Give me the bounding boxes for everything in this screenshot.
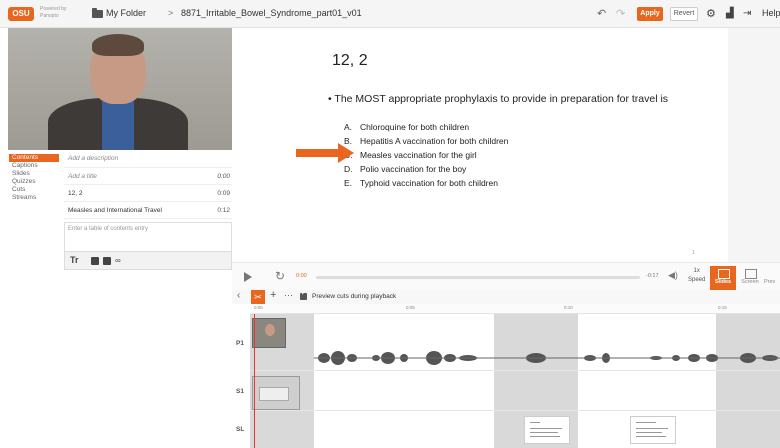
toc-row-title: Measles and International Travel (68, 207, 162, 214)
slides-view-button[interactable]: Slides (710, 266, 736, 290)
screen-track-thumbnail (252, 376, 300, 410)
gear-icon[interactable]: ⚙ (706, 6, 716, 22)
player-controls: ↻ 0:00 -0:17 ◀) 1x Speed Slides Screen Pr… (232, 262, 780, 290)
chevron-left-icon[interactable]: ‹ (237, 290, 240, 301)
presenter-track-thumbnail (252, 318, 286, 348)
play-icon[interactable] (244, 272, 252, 282)
scrub-bar[interactable] (316, 276, 640, 279)
preview-cuts-checkbox[interactable] (300, 290, 307, 300)
time-ruler[interactable]: 0:00 0:05 0:10 0:15 (250, 304, 780, 314)
more-icon[interactable]: ··· (284, 290, 293, 300)
answer-options: A. Chloroquine for both children B. Hepati… (344, 120, 508, 190)
preview-button[interactable]: Prev (764, 266, 780, 290)
top-toolbar: OSU Powered by Panopto My Folder > 8871_… (0, 0, 780, 28)
nav-item-streams[interactable]: Streams (12, 194, 64, 202)
toc-row[interactable]: Measles and International Travel 0:12 (64, 202, 232, 219)
playhead[interactable] (254, 314, 255, 448)
breadcrumb-folder[interactable]: My Folder (106, 8, 146, 18)
track-label-s1: S1 (236, 388, 244, 395)
replay-icon[interactable]: ↻ (275, 269, 285, 283)
slide-viewer: 12, 2 • The MOST appropriate prophylaxis… (296, 28, 728, 262)
share-icon[interactable]: ⇥ (743, 6, 751, 22)
osu-logo: OSU (8, 7, 34, 21)
scissors-icon[interactable]: ✂ (251, 290, 265, 304)
toc-row-time: 0:09 (217, 190, 230, 197)
track-label-sl: SL (236, 426, 245, 433)
toc-row-title: 12, 2 (68, 190, 83, 197)
remaining-time: -0:17 (646, 273, 659, 279)
breadcrumb-separator: > (168, 8, 174, 18)
redo-icon[interactable]: ↷ (616, 6, 625, 22)
toc-toolbar: Tr ∞ (64, 252, 232, 270)
add-icon[interactable]: + (270, 289, 276, 301)
option-e: E. Typhoid vaccination for both children (344, 178, 498, 188)
slide-question: • The MOST appropriate prophylaxis to pr… (328, 93, 669, 105)
left-nav: Contents Captions Slides Quizzes Cuts St… (9, 154, 64, 202)
video-icon[interactable] (103, 257, 111, 265)
undo-icon[interactable]: ↶ (597, 6, 606, 22)
presenter-video[interactable] (8, 28, 232, 150)
help-link[interactable]: Help (762, 8, 780, 18)
slide-track-thumbnail[interactable] (524, 416, 570, 444)
text-format-icon[interactable]: Tr (70, 255, 79, 265)
ruler-tick: 0:00 (254, 305, 263, 310)
nav-item-cuts[interactable]: Cuts (12, 186, 64, 194)
slide-track-thumbnail[interactable] (630, 416, 676, 444)
nav-item-quizzes[interactable]: Quizzes (12, 178, 64, 186)
revert-button[interactable]: Revert (670, 7, 698, 21)
ruler-tick: 0:05 (406, 305, 415, 310)
option-c: C.Measles vaccination for the girl (344, 150, 477, 160)
audio-waveform (314, 351, 780, 365)
presenter-shirt (102, 100, 134, 150)
preview-cuts-label: Preview cuts during playback (312, 293, 397, 300)
toc-row[interactable]: 12, 2 0:09 (64, 185, 232, 202)
pointer-arrow (296, 143, 354, 163)
toc-row-time: 0:12 (217, 207, 230, 214)
ruler-tick: 0:10 (564, 305, 573, 310)
editor-toolbar: ‹ ✂ + ··· Preview cuts during playback (232, 289, 780, 304)
table-of-contents: Add a description Add a title 0:00 12, 2… (64, 152, 232, 270)
question-text: The MOST appropriate prophylaxis to prov… (334, 93, 669, 105)
toc-row[interactable]: Add a title 0:00 (64, 168, 232, 185)
apply-button[interactable]: Apply (637, 7, 663, 21)
slide-page-indicator: 1 (692, 250, 695, 256)
toc-row-title: Add a title (68, 173, 97, 180)
volume-icon[interactable]: ◀) (668, 270, 678, 281)
stats-icon[interactable]: ▟ (726, 6, 734, 22)
folder-icon (92, 8, 103, 18)
cut-region[interactable] (716, 314, 780, 448)
image-icon[interactable] (91, 257, 99, 265)
toc-entry-input[interactable]: Enter a table of contents entry (64, 222, 232, 252)
option-d: D. Polio vaccination for the boy (344, 164, 467, 174)
timeline-editor[interactable]: 0:00 0:05 0:10 0:15 P1 S1 SL (232, 304, 780, 448)
screen-view-button[interactable]: Screen (738, 266, 762, 290)
toc-row-time: 0:00 (217, 173, 230, 180)
option-a: A. Chloroquine for both children (344, 122, 470, 132)
slide-title: 12, 2 (332, 52, 368, 69)
nav-item-captions[interactable]: Captions (12, 162, 64, 170)
track-label-p1: P1 (236, 340, 244, 347)
breadcrumb-file: 8871_Irritable_Bowel_Syndrome_part01_v01 (181, 8, 362, 18)
powered-by-label: Powered by Panopto (40, 6, 67, 19)
track-divider (250, 410, 780, 411)
link-icon[interactable]: ∞ (115, 256, 121, 265)
nav-item-contents[interactable]: Contents (9, 154, 59, 162)
option-b: B. Hepatitis A vaccination for both child… (344, 136, 509, 146)
presenter-hair (92, 34, 144, 56)
speed-button[interactable]: 1x Speed (688, 267, 705, 285)
slide-side-panel (728, 28, 780, 262)
ruler-tick: 0:15 (718, 305, 727, 310)
nav-item-slides[interactable]: Slides (12, 170, 64, 178)
track-divider (250, 370, 780, 371)
current-time: 0:00 (296, 273, 307, 279)
description-input[interactable]: Add a description (64, 152, 232, 168)
